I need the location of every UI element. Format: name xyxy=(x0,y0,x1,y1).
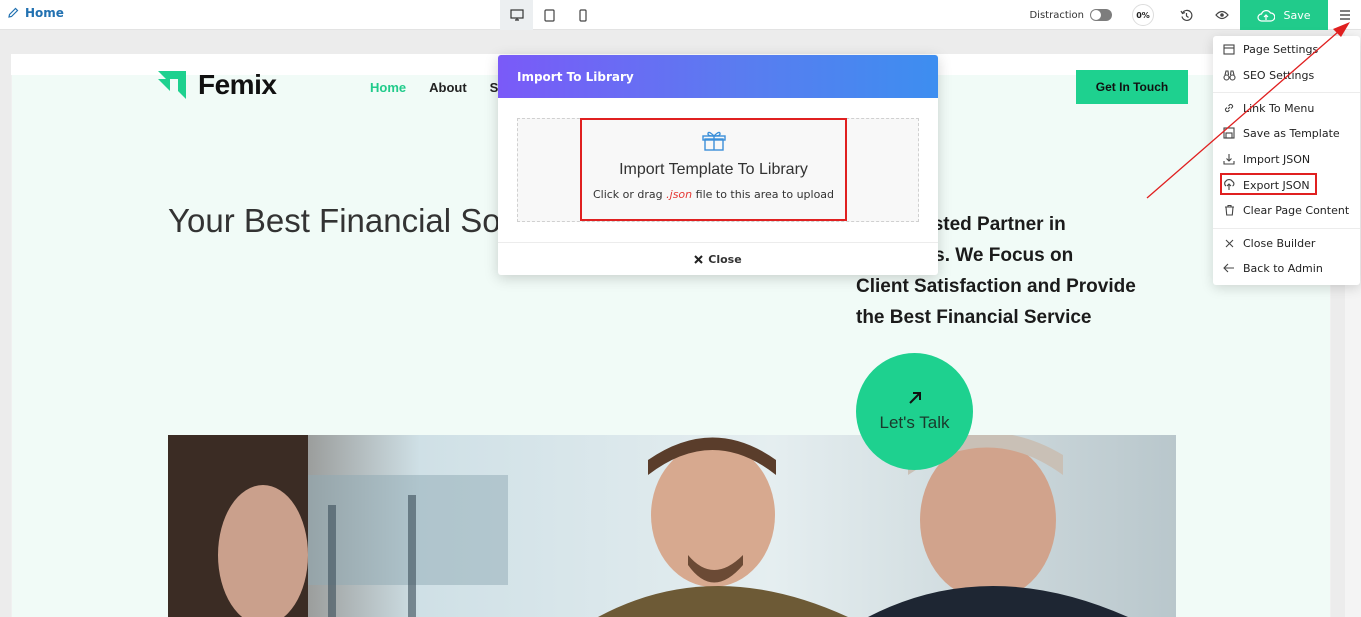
dropzone-suffix: file to this area to upload xyxy=(695,188,835,201)
save-label: Save xyxy=(1283,8,1311,22)
hero-photo xyxy=(168,435,1176,617)
desktop-icon xyxy=(509,9,524,21)
menu-item-label: Import JSON xyxy=(1243,152,1311,166)
nav-item-about[interactable]: About xyxy=(429,80,467,95)
menu-item-label: Back to Admin xyxy=(1243,261,1323,275)
builder-menu-dropdown: Page Settings SEO Settings Link To Menu … xyxy=(1213,36,1360,285)
hamburger-icon xyxy=(1339,10,1350,20)
lets-talk-button[interactable]: Let's Talk xyxy=(856,353,973,470)
menu-item-label: Save as Template xyxy=(1243,126,1340,140)
menu-item-label: Close Builder xyxy=(1243,236,1316,250)
distraction-switch[interactable] xyxy=(1090,9,1112,21)
hero-text-line: Client Satisfaction and Provide xyxy=(856,276,1136,297)
dropzone-prefix: Click or drag xyxy=(592,188,663,201)
menu-item-label: SEO Settings xyxy=(1243,68,1315,82)
arrow-left-icon xyxy=(1223,263,1234,273)
logo-mark-icon xyxy=(158,71,186,99)
close-label: Close xyxy=(708,252,742,266)
hero-text-line: the Best Financial Service xyxy=(856,307,1092,328)
save-template-icon xyxy=(1223,127,1235,139)
get-in-touch-button[interactable]: Get In Touch xyxy=(1076,70,1188,104)
dropzone-ext: .json xyxy=(666,188,693,201)
nav-item-home[interactable]: Home xyxy=(370,80,406,95)
distraction-toggle[interactable]: Distraction xyxy=(1029,9,1112,21)
progress-indicator: 0% xyxy=(1132,4,1154,26)
save-button[interactable]: Save xyxy=(1240,0,1328,30)
history-button[interactable] xyxy=(1168,0,1204,30)
device-switcher xyxy=(500,0,599,30)
import-library-modal: Import To Library Import Template To Lib… xyxy=(498,55,938,275)
site-nav: Home About S xyxy=(370,80,498,95)
menu-item-clear-page-content[interactable]: Clear Page Content xyxy=(1213,198,1360,222)
gift-box-icon xyxy=(701,131,726,151)
eye-icon xyxy=(1215,10,1229,20)
toolbar-actions: Distraction 0% Save xyxy=(1029,0,1361,30)
dropzone-hint: Click or drag .json file to this area to… xyxy=(593,188,834,201)
modal-title: Import To Library xyxy=(498,55,938,98)
mobile-icon xyxy=(578,8,587,22)
lets-talk-label: Let's Talk xyxy=(879,412,950,432)
menu-item-link-to-menu[interactable]: Link To Menu xyxy=(1213,96,1360,120)
close-icon xyxy=(1225,239,1233,247)
site-logo[interactable]: Femix xyxy=(156,69,277,101)
menu-divider xyxy=(1213,228,1360,229)
menu-item-save-as-template[interactable]: Save as Template xyxy=(1213,121,1360,145)
dropzone-content[interactable]: Import Template To Library Click or drag… xyxy=(580,118,847,221)
dropzone-title: Import Template To Library xyxy=(619,161,808,178)
mobile-view-button[interactable] xyxy=(566,0,599,30)
modal-close-button[interactable]: Close xyxy=(498,242,938,275)
menu-item-seo-settings[interactable]: SEO Settings xyxy=(1213,63,1360,87)
menu-item-label: Link To Menu xyxy=(1243,101,1315,115)
builder-menu-button[interactable] xyxy=(1328,0,1361,30)
page-settings-icon xyxy=(1223,43,1235,55)
menu-item-label: Page Settings xyxy=(1243,42,1319,56)
arrow-up-right-icon xyxy=(908,391,921,404)
pencil-icon xyxy=(8,7,19,18)
home-link[interactable]: Home xyxy=(7,6,64,20)
link-icon xyxy=(1224,103,1234,113)
home-label: Home xyxy=(25,6,64,20)
distraction-label: Distraction xyxy=(1029,9,1084,21)
menu-item-close-builder[interactable]: Close Builder xyxy=(1213,231,1360,255)
tablet-view-button[interactable] xyxy=(533,0,566,30)
menu-item-page-settings[interactable]: Page Settings xyxy=(1213,37,1360,61)
builder-toolbar: Home Distraction 0% Save xyxy=(0,0,1361,30)
export-json-highlight xyxy=(1220,173,1317,195)
preview-button[interactable] xyxy=(1204,0,1240,30)
desktop-view-button[interactable] xyxy=(500,0,533,30)
menu-divider xyxy=(1213,92,1360,93)
import-icon xyxy=(1223,154,1235,165)
menu-item-label: Clear Page Content xyxy=(1243,203,1350,217)
trash-icon xyxy=(1224,204,1234,216)
menu-item-back-to-admin[interactable]: Back to Admin xyxy=(1213,256,1360,280)
menu-item-import-json[interactable]: Import JSON xyxy=(1213,147,1360,171)
hero-title: Your Best Financial So xyxy=(168,202,501,239)
cloud-upload-icon xyxy=(1257,9,1276,22)
logo-text: Femix xyxy=(198,69,277,100)
tablet-icon xyxy=(544,8,555,22)
history-icon xyxy=(1179,9,1192,21)
binoculars-icon xyxy=(1222,69,1236,81)
close-x-icon xyxy=(694,254,703,264)
